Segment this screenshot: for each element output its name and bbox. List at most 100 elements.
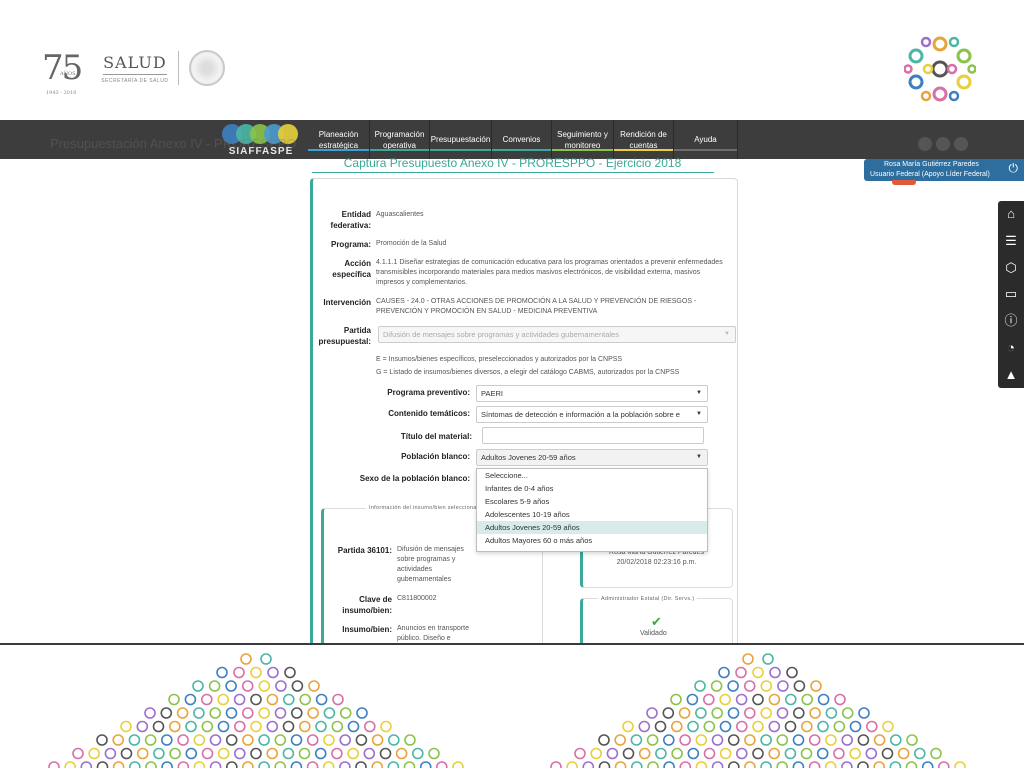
decorative-ring <box>882 720 894 733</box>
nav-item-3[interactable]: Convenios <box>492 120 552 159</box>
decorative-ring <box>857 734 870 746</box>
decorative-ring <box>727 680 739 692</box>
decorative-ring <box>808 734 821 746</box>
decorative-ring <box>622 747 635 760</box>
decorative-ring <box>719 747 732 760</box>
dropdown-option[interactable]: Escolares 5-9 años <box>477 495 707 508</box>
ghost-page-title: Presupuestación Anexo IV - PRORESPPO <box>50 136 297 151</box>
decorative-ring <box>72 747 84 760</box>
mexico-seal-icon <box>189 50 226 86</box>
nav-item-underline <box>674 149 737 151</box>
decorative-ring <box>792 761 805 768</box>
nav-item-6[interactable]: Ayuda <box>674 120 738 159</box>
dropdown-option[interactable]: Seleccione... <box>477 469 707 482</box>
nav-item-1[interactable]: Programación operativa <box>370 120 430 159</box>
ghost-close-icon <box>954 137 968 151</box>
decorative-ring <box>930 747 942 760</box>
notification-tab[interactable] <box>892 180 916 185</box>
decorative-ring <box>865 720 878 733</box>
decorative-ring <box>347 747 359 760</box>
partida-select[interactable]: Difusión de mensajes sobre programas y a… <box>378 326 736 343</box>
dropdown-option[interactable]: Adultos Jovenes 20-59 años <box>477 521 707 534</box>
slide-root: 75 AÑOS 1943 - 2018 SALUD SECRETARÍA DE … <box>0 0 1024 768</box>
insumo-bien-label: Insumo/bien: <box>342 625 392 634</box>
decorative-ring <box>192 680 204 692</box>
clave-value: C811800002 <box>397 595 437 602</box>
decorative-ring <box>184 693 197 706</box>
home-icon[interactable]: ⌂ <box>1007 207 1015 221</box>
decorative-ring <box>258 761 270 768</box>
insumo-section-title: Información del insumo/bien seleccionado <box>366 505 487 511</box>
graduation-cap-icon[interactable]: ▲ <box>1005 367 1018 382</box>
decorative-ring <box>387 734 400 746</box>
salud-subtitle: SECRETARÍA DE SALUD <box>101 77 169 84</box>
decorative-ring <box>695 734 708 746</box>
nav-item-0[interactable]: Planeación estratégica <box>308 120 370 159</box>
decorative-ring <box>744 761 756 768</box>
decorative-ring <box>96 734 108 746</box>
checkmark-icon: ✔ <box>651 614 662 629</box>
programa-preventivo-select[interactable]: PAERI ▼ <box>476 385 708 402</box>
dropdown-option[interactable]: Infantes de 0-4 años <box>477 482 707 495</box>
cube-icon[interactable]: ⬡ <box>1005 260 1016 275</box>
decorative-ring <box>282 693 295 706</box>
accion-label: Acción específica <box>332 259 371 279</box>
decorative-ring <box>582 761 595 768</box>
contenido-label: Contenido temáticos: <box>388 409 470 418</box>
decorative-ring <box>225 680 237 692</box>
decorative-ring <box>670 720 683 733</box>
contenido-select[interactable]: Síntomas de detección e información a la… <box>476 406 708 423</box>
chevron-down-icon: ▼ <box>724 331 730 337</box>
card-icon[interactable]: ▭ <box>1005 287 1017 301</box>
poblacion-select[interactable]: Adultos Jovenes 20-59 años ▼ <box>476 449 708 466</box>
decorative-ring <box>841 707 854 719</box>
nav-item-underline <box>552 149 613 151</box>
nav-item-5[interactable]: Rendición de cuentas <box>614 120 674 159</box>
decorative-ring <box>670 693 682 706</box>
logo-divider <box>178 51 180 85</box>
decorative-ring <box>363 747 376 760</box>
titulo-label: Título del material: <box>400 432 472 441</box>
titulo-material-input[interactable] <box>482 427 704 444</box>
decorative-ring <box>363 720 376 733</box>
poblacion-value: Adultos Jovenes 20-59 años <box>481 453 576 462</box>
decorative-ring <box>315 693 328 706</box>
chevron-down-icon: ▼ <box>696 390 702 396</box>
decorative-ring <box>193 734 206 746</box>
nav-item-4[interactable]: Seguimiento y monitoreo <box>552 120 614 159</box>
decorative-ring <box>339 761 351 768</box>
decorative-ring <box>250 666 262 679</box>
decorative-ring <box>881 747 894 760</box>
decorative-ring <box>64 761 76 768</box>
chart-icon[interactable]: ◔ <box>1007 340 1015 355</box>
user-info-box[interactable]: Rosa María Gutiérrez Paredes Usuario Fed… <box>864 159 1024 181</box>
decorative-ring <box>769 666 781 679</box>
decorative-ring <box>250 747 262 760</box>
decorative-ring <box>905 761 918 768</box>
decorative-ring <box>217 720 230 733</box>
decorative-ring <box>234 720 246 733</box>
decorative-ring <box>800 720 813 733</box>
decorative-ring <box>387 761 400 768</box>
nav-item-2[interactable]: Presupuestación <box>430 120 492 159</box>
poblacion-label: Población blanco: <box>401 452 470 461</box>
decorative-ring <box>217 747 230 760</box>
decorative-ring <box>332 693 344 706</box>
decorative-ring <box>260 653 272 665</box>
decorative-ring <box>144 707 156 719</box>
info-icon[interactable]: ⓘ <box>1004 314 1017 328</box>
decorative-ring <box>339 707 352 719</box>
decorative-ring <box>752 720 764 733</box>
nav-item-underline <box>308 149 369 151</box>
dropdown-option[interactable]: Adultos Mayores 60 o más años <box>477 534 707 547</box>
decorative-ring <box>216 666 228 679</box>
decorative-ring <box>857 761 869 768</box>
dropdown-option[interactable]: Adolescentes 10-19 años <box>477 508 707 521</box>
decorative-ring <box>598 734 610 746</box>
list-icon[interactable]: ☰ <box>1005 234 1017 248</box>
power-icon[interactable]: ⏻ <box>1009 162 1019 174</box>
decorative-ring <box>792 707 805 719</box>
decorative-ring <box>728 761 740 768</box>
decorative-ring <box>768 693 781 706</box>
contenido-value: Síntomas de detección e información a la… <box>481 410 680 419</box>
